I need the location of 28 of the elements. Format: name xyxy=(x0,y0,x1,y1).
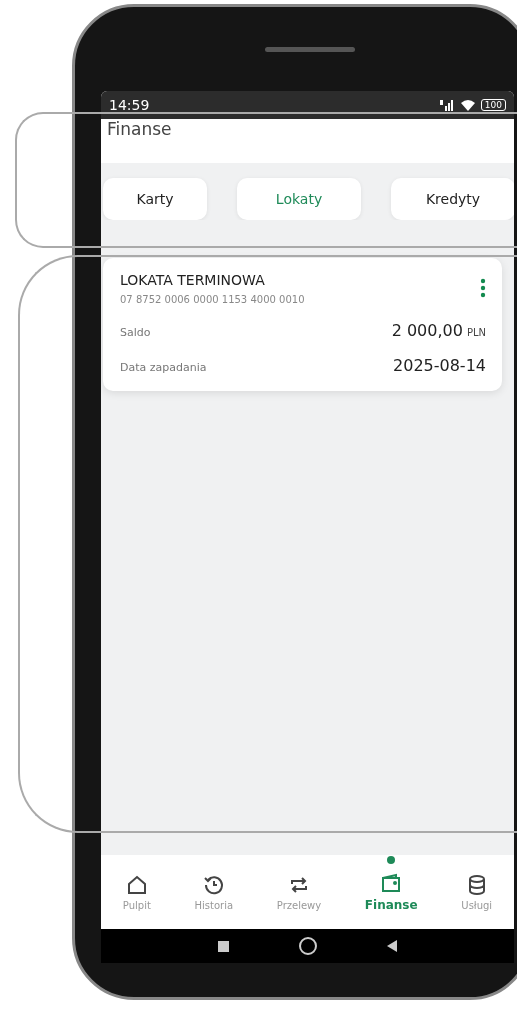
more-icon[interactable] xyxy=(480,278,486,298)
detail-label: Saldo xyxy=(120,326,151,339)
detail-value: 2025-08-14 xyxy=(393,356,486,375)
detail-value: 2 000,00 PLN xyxy=(391,321,486,340)
nav-item[interactable]: Przelewy xyxy=(274,869,324,915)
back-icon[interactable] xyxy=(387,940,397,952)
nav-item[interactable]: Pulpit xyxy=(120,869,153,915)
battery-indicator: 100 xyxy=(480,99,506,111)
history-icon xyxy=(202,873,225,896)
category-tab[interactable]: Kredyty xyxy=(391,178,514,220)
nav-item[interactable]: Usługi xyxy=(459,869,495,915)
page-title: Finanse xyxy=(107,119,172,139)
nav-item[interactable]: Historia xyxy=(192,869,236,915)
active-dot-icon xyxy=(387,856,396,864)
category-tab[interactable]: Karty xyxy=(103,178,207,220)
signal-icon xyxy=(438,99,455,111)
recents-icon[interactable] xyxy=(218,940,229,952)
wallet-icon xyxy=(380,872,403,894)
category-tab[interactable]: Lokaty xyxy=(237,178,361,220)
deposit-name: LOKATA TERMINOWA xyxy=(120,272,266,288)
wifi-icon xyxy=(459,99,476,111)
nav-item[interactable]: Finanse xyxy=(362,868,420,916)
home-circle-icon[interactable] xyxy=(299,937,317,955)
detail-label: Data zapadania xyxy=(120,361,207,374)
account-number: 07 8752 0006 0000 1153 4000 0010 xyxy=(120,294,305,305)
deposit-card[interactable]: LOKATA TERMINOWA 07 8752 0006 0000 1153 4000 0010 Saldo 2 000,00 PLN Data zapadania 2025-08-14 xyxy=(103,258,502,391)
status-time: 14:59 xyxy=(109,97,150,113)
home-icon xyxy=(125,873,148,896)
